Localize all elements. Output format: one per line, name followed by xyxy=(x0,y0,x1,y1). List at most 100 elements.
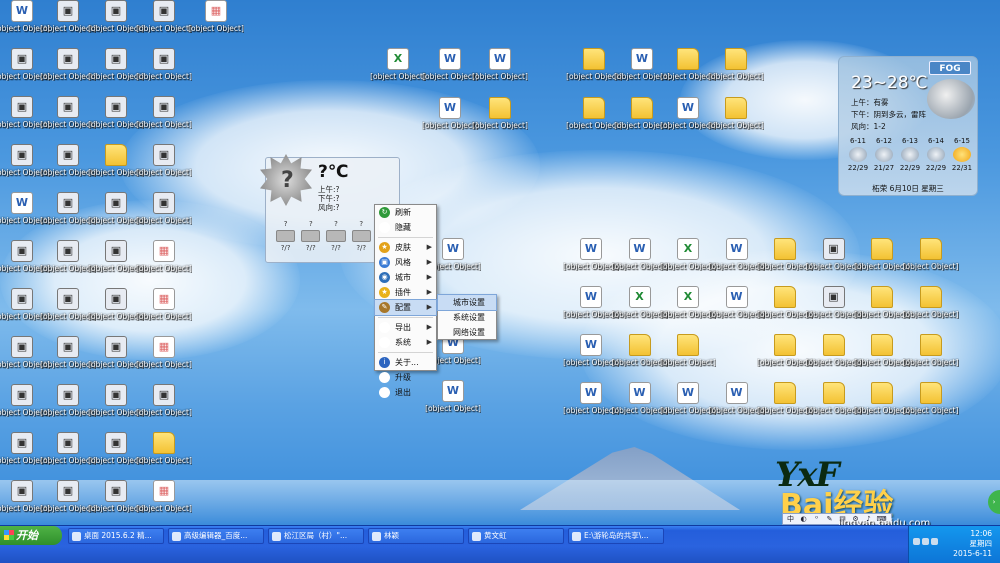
desktop-icon[interactable]: ▣ [object Object] xyxy=(136,382,192,434)
desktop-icon[interactable]: [object Object] xyxy=(903,332,959,384)
desktop-icon[interactable]: ▣ [object Object] xyxy=(136,0,192,50)
desktop-icon[interactable]: ▦ [object Object] xyxy=(136,238,192,290)
taskbar-button[interactable]: E:\游轮岛的共享\... xyxy=(568,528,664,544)
desktop-icon[interactable]: ▦ [object Object] xyxy=(136,478,192,530)
menu-item[interactable]: ▣ 风格 ▶ xyxy=(375,255,436,270)
app-icon: ▣ xyxy=(153,144,175,166)
forecast-day: 6-11 22/29 xyxy=(847,137,869,172)
menu-item-label: 皮肤 xyxy=(395,243,411,252)
folder-icon xyxy=(871,286,893,308)
desktop-icon[interactable]: ▣ [object Object] xyxy=(136,94,192,146)
desktop-icon-label: [object Object] xyxy=(902,406,959,415)
forecast-pm: 下午：阴到多云，雷阵 xyxy=(851,110,926,119)
menu-item[interactable]: ✎ 配置 ▶ xyxy=(374,299,437,316)
menu-item-system-settings[interactable]: 系统设置 xyxy=(438,310,496,325)
desktop-icon[interactable]: ▦ [object Object] xyxy=(136,334,192,386)
ime-button[interactable]: 中 xyxy=(785,514,796,524)
app-icon: ▣ xyxy=(105,480,127,502)
menu-item-icon: ★ xyxy=(379,287,390,298)
menu-item[interactable]: ↻ 刷新 xyxy=(375,205,436,220)
desktop-icon[interactable]: ▣ [object Object] xyxy=(136,190,192,242)
app-icon xyxy=(172,532,181,541)
forecast-am: 上午：有雾 xyxy=(851,98,889,107)
menu-item[interactable]: 系统 ▶ xyxy=(375,335,436,350)
ime-button[interactable]: ✎ xyxy=(824,514,835,524)
taskbar-button[interactable]: 黄文虹 xyxy=(468,528,564,544)
forecast-wind: 风向：1-2 xyxy=(851,122,886,131)
image-icon: ▦ xyxy=(153,480,175,502)
tray-icons[interactable] xyxy=(913,538,938,545)
desktop-icon[interactable]: ▦ [object Object] xyxy=(188,0,244,50)
taskbar-button[interactable]: 高级编辑器_百度... xyxy=(168,528,264,544)
desktop-icon[interactable]: [object Object] xyxy=(660,332,716,384)
desktop-icon-label: [object Object] xyxy=(136,120,192,129)
submenu-arrow-icon: ▶ xyxy=(426,338,432,346)
desktop-icon-label: [object Object] xyxy=(660,358,716,367)
clock[interactable]: 12:06 星期四 2015-6-11 xyxy=(953,529,992,559)
desktop-icon[interactable]: [object Object] xyxy=(136,430,192,482)
desktop-icon[interactable]: [object Object] xyxy=(903,236,959,288)
taskbar-button[interactable]: 桌面 2015.6.2 精... xyxy=(68,528,164,544)
submenu-arrow-icon: ▶ xyxy=(426,243,432,251)
desktop-icon[interactable]: X [object Object] xyxy=(370,46,426,98)
menu-item-label: 升级 xyxy=(395,373,411,382)
desktop-icon[interactable]: ▣ [object Object] xyxy=(136,142,192,194)
menu-item-label: 导出 xyxy=(395,323,411,332)
submenu-arrow-icon: ▶ xyxy=(426,258,432,266)
menu-item[interactable]: 退出 xyxy=(375,385,436,400)
desktop-icon[interactable]: W [object Object] xyxy=(422,46,478,98)
desktop-icon[interactable]: [object Object] xyxy=(903,284,959,336)
desktop-icon[interactable]: [object Object] xyxy=(472,95,528,147)
forecast-day: 6-14 22/29 xyxy=(925,137,947,172)
sun-icon xyxy=(953,147,971,162)
app-icon: ▣ xyxy=(57,336,79,358)
submenu-arrow-icon: ▶ xyxy=(426,273,432,281)
taskbar-button[interactable]: 松江区局（村）"... xyxy=(268,528,364,544)
document-icon: W xyxy=(439,97,461,119)
app-icon: ▣ xyxy=(105,336,127,358)
menu-item[interactable]: i 关于... xyxy=(375,355,436,370)
menu-item[interactable]: 隐藏 xyxy=(375,220,436,235)
fog-badge: FOG xyxy=(929,61,971,75)
document-icon: W xyxy=(11,0,33,22)
menu-item-icon: ★ xyxy=(379,242,390,253)
app-icon: ▣ xyxy=(57,144,79,166)
app-icon: ▣ xyxy=(57,96,79,118)
desktop-icon[interactable]: [object Object] xyxy=(708,46,764,98)
start-button[interactable]: 开始 xyxy=(0,526,62,545)
menu-item[interactable]: 导出 ▶ xyxy=(375,320,436,335)
menu-item[interactable]: ◉ 城市 ▶ xyxy=(375,270,436,285)
app-icon: ▣ xyxy=(11,384,33,406)
desktop-icon[interactable]: W [object Object] xyxy=(472,46,528,98)
desktop-icon[interactable]: [object Object] xyxy=(708,95,764,147)
weather-panel[interactable]: FOG 23~28℃ 上午：有雾 下午：阴到多云，雷阵 风向：1-2 6-11 2… xyxy=(838,56,978,196)
document-icon: W xyxy=(580,334,602,356)
menu-item-label: 关于... xyxy=(395,358,419,367)
menu-item[interactable]: ★ 插件 ▶ xyxy=(375,285,436,300)
menu-item[interactable]: 升级 xyxy=(375,370,436,385)
menu-item-city-settings[interactable]: 城市设置 xyxy=(437,294,497,311)
desktop-icon-label: [object Object] xyxy=(136,504,192,513)
folder-icon xyxy=(919,334,942,356)
desktop-icon[interactable]: ▣ [object Object] xyxy=(136,46,192,98)
folder-icon xyxy=(677,48,699,70)
menu-item[interactable]: ★ 皮肤 ▶ xyxy=(375,240,436,255)
folder-icon xyxy=(677,334,699,356)
desktop-icon[interactable]: W [object Object] xyxy=(422,95,478,147)
folder-icon xyxy=(725,97,747,119)
spreadsheet-icon: X xyxy=(677,238,699,260)
ime-button[interactable]: ◐ xyxy=(798,514,809,524)
menu-item-label: 风格 xyxy=(395,258,411,267)
taskbar-button[interactable]: 林颖 xyxy=(368,528,464,544)
desktop-icon[interactable]: ▦ [object Object] xyxy=(136,286,192,338)
menu-item-icon xyxy=(379,222,390,233)
image-icon: ▦ xyxy=(153,336,175,358)
desktop-icon[interactable]: [object Object] xyxy=(903,380,959,432)
desktop-icon-label: [object Object] xyxy=(370,72,426,81)
menu-item-label: 退出 xyxy=(395,388,411,397)
desktop-icon-label: [object Object] xyxy=(188,24,244,33)
desktop-icon-label: [object Object] xyxy=(902,262,959,271)
app-icon xyxy=(472,532,481,541)
menu-item-network-settings[interactable]: 网络设置 xyxy=(438,325,496,340)
ime-button[interactable]: ⁰ xyxy=(811,514,822,524)
